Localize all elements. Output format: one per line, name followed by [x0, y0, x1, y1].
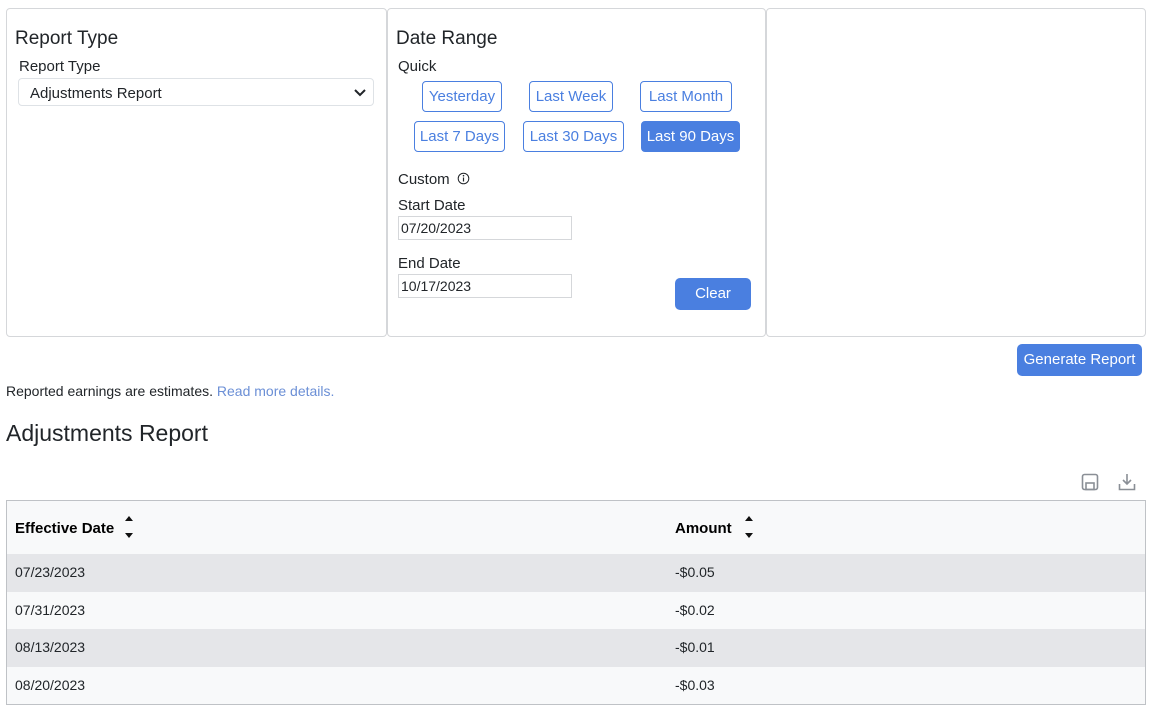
options-panel — [766, 8, 1146, 337]
amount-cell: -$0.01 — [675, 639, 715, 655]
report-type-selected: Adjustments Report — [30, 85, 162, 102]
table-row: 08/13/2023 -$0.01 — [7, 629, 1145, 667]
quick-last-month-button[interactable]: Last Month — [640, 81, 732, 112]
amount-cell: -$0.05 — [675, 564, 715, 580]
quick-last-90-days-button[interactable]: Last 90 Days — [641, 121, 740, 152]
report-type-panel: Report Type Report Type Adjustments Repo… — [6, 8, 387, 337]
quick-label: Quick — [398, 58, 437, 75]
info-icon[interactable] — [457, 172, 470, 185]
effective-date-cell: 08/13/2023 — [15, 639, 86, 655]
end-date-label: End Date — [398, 255, 461, 272]
quick-last-30-days-button[interactable]: Last 30 Days — [523, 121, 624, 152]
effective-date-cell: 07/23/2023 — [15, 564, 86, 580]
column-header-effective-date[interactable]: Effective Date — [15, 520, 114, 537]
generate-report-button[interactable]: Generate Report — [1017, 344, 1142, 376]
table-row: 08/20/2023 -$0.03 — [7, 666, 1145, 704]
report-type-title: Report Type — [15, 28, 119, 49]
sort-icon[interactable] — [124, 514, 134, 540]
effective-date-cell: 07/31/2023 — [15, 601, 86, 618]
date-range-title: Date Range — [396, 28, 498, 49]
table-row: 07/23/2023 -$0.05 — [7, 554, 1145, 592]
start-date-label: Start Date — [398, 197, 466, 214]
quick-last-7-days-button[interactable]: Last 7 Days — [414, 121, 505, 152]
custom-label-row: Custom — [398, 171, 470, 188]
amount-cell: -$0.03 — [675, 676, 715, 693]
start-date-input[interactable]: 07/20/2023 — [398, 216, 572, 240]
report-title: Adjustments Report — [6, 420, 208, 446]
end-date-input[interactable]: 10/17/2023 — [398, 274, 572, 298]
column-header-amount[interactable]: Amount — [675, 520, 732, 537]
report-type-select[interactable]: Adjustments Report — [18, 78, 374, 106]
estimates-notice: Reported earnings are estimates. Read mo… — [6, 383, 334, 399]
quick-last-week-button[interactable]: Last Week — [529, 81, 613, 112]
table-row: 07/31/2023 -$0.02 — [7, 591, 1145, 629]
report-type-label: Report Type — [19, 58, 101, 75]
download-icon[interactable] — [1117, 472, 1137, 492]
chevron-down-icon — [354, 89, 366, 97]
save-icon[interactable] — [1080, 472, 1100, 492]
effective-date-cell: 08/20/2023 — [15, 676, 86, 693]
clear-button[interactable]: Clear — [675, 278, 751, 310]
sort-icon[interactable] — [744, 514, 754, 540]
read-more-link[interactable]: Read more details. — [217, 383, 335, 399]
adjustments-table: Effective Date Amount 07/23/2023 -$0.05 … — [6, 500, 1146, 705]
quick-yesterday-button[interactable]: Yesterday — [422, 81, 502, 112]
date-range-panel: Date Range Quick Yesterday Last Week Las… — [387, 8, 766, 337]
notice-text: Reported earnings are estimates. — [6, 383, 217, 399]
amount-cell: -$0.02 — [675, 601, 715, 618]
table-header: Effective Date Amount — [7, 501, 1145, 554]
custom-label: Custom — [398, 171, 450, 188]
